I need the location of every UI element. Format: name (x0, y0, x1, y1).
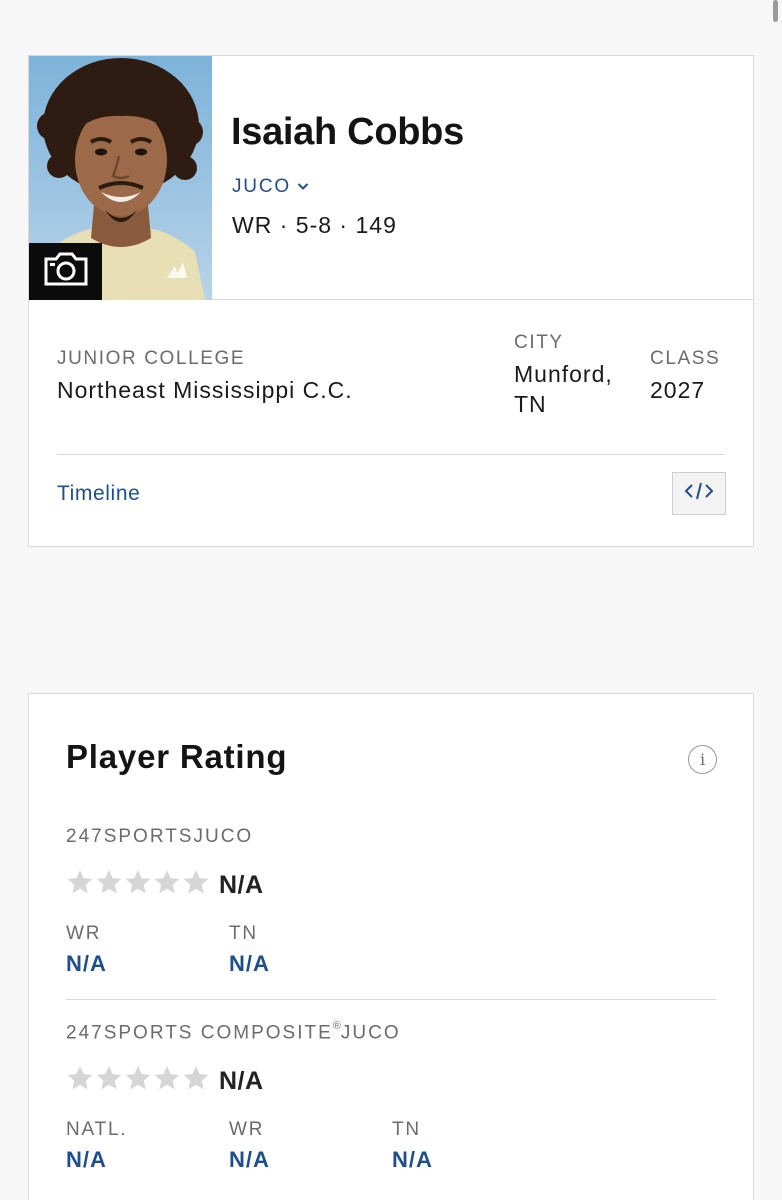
star-rating: N/A (66, 1065, 264, 1097)
rank-state: TN N/A (229, 923, 270, 977)
rank-value[interactable]: N/A (229, 1147, 270, 1173)
player-weight: 149 (355, 212, 397, 238)
rank-label: WR (66, 923, 102, 944)
star-icon (96, 1066, 122, 1090)
star-icon (125, 870, 151, 894)
rank-label: NATL. (66, 1119, 128, 1140)
level-dropdown[interactable]: JUCO (232, 176, 309, 198)
rank-label: WR (229, 1119, 265, 1140)
camera-icon (43, 251, 89, 292)
class-info: CLASS 2027 (650, 348, 720, 405)
source-name: 247SPORTS COMPOSITE (66, 1022, 333, 1044)
city-info: CITY Munford, TN (514, 332, 644, 419)
rank-value[interactable]: N/A (66, 1147, 127, 1173)
rank-national: NATL. N/A (66, 1119, 127, 1173)
stars-group (66, 1065, 211, 1097)
star-icon (154, 870, 180, 894)
source-name: 247SPORTS (66, 826, 194, 847)
source-suffix: JUCO (193, 826, 254, 847)
class-value: 2027 (650, 377, 706, 403)
scrollbar[interactable] (773, 0, 778, 22)
rank-value[interactable]: N/A (229, 951, 270, 977)
rating-source-composite: 247SPORTS COMPOSITE®JUCO (66, 1020, 401, 1044)
star-icon (154, 1066, 180, 1090)
chevron-down-icon (297, 175, 309, 197)
college-info: JUNIOR COLLEGE Northeast Mississippi C.C… (57, 348, 353, 405)
rating-score: N/A (219, 870, 264, 899)
rank-wr: WR N/A (229, 1119, 270, 1173)
divider (57, 454, 725, 455)
source-suffix: JUCO (340, 1022, 401, 1044)
star-rating: N/A (66, 869, 264, 901)
college-label: JUNIOR COLLEGE (57, 348, 246, 369)
star-icon (96, 870, 122, 894)
player-photo[interactable] (29, 56, 212, 300)
rank-label: TN (229, 923, 258, 944)
rank-wr: WR N/A (66, 923, 107, 977)
star-icon (67, 1066, 93, 1090)
divider (66, 999, 716, 1000)
separator: · (279, 212, 289, 238)
city-label: CITY (514, 332, 564, 353)
star-icon (67, 870, 93, 894)
player-position: WR (232, 212, 273, 238)
player-vitals: WR · 5-8 · 149 (232, 212, 397, 239)
star-icon (183, 870, 209, 894)
player-name: Isaiah Cobbs (231, 111, 464, 153)
college-value: Northeast Mississippi C.C. (57, 377, 353, 403)
separator: · (339, 212, 349, 238)
camera-button[interactable] (29, 243, 102, 300)
star-icon (125, 1066, 151, 1090)
profile-header: Isaiah Cobbs JUCO WR · 5-8 · 149 (29, 56, 753, 300)
city-value: Munford, TN (514, 361, 613, 417)
rating-title: Player Rating (66, 738, 288, 775)
timeline-link[interactable]: Timeline (57, 482, 140, 506)
info-button[interactable]: i (688, 745, 717, 774)
star-icon (183, 1066, 209, 1090)
code-embed-icon (684, 481, 714, 506)
player-profile-card: Isaiah Cobbs JUCO WR · 5-8 · 149 JUNIOR … (28, 55, 754, 547)
rating-source-247sports: 247SPORTSJUCO (66, 826, 253, 848)
rank-value[interactable]: N/A (66, 951, 107, 977)
rank-value[interactable]: N/A (392, 1147, 433, 1173)
class-label: CLASS (650, 348, 721, 369)
embed-button[interactable] (672, 472, 726, 515)
rating-score: N/A (219, 1066, 264, 1095)
rank-state: TN N/A (392, 1119, 433, 1173)
level-label: JUCO (232, 176, 291, 197)
stars-group (66, 869, 211, 901)
rank-label: TN (392, 1119, 421, 1140)
player-height: 5-8 (295, 212, 333, 238)
registered-mark: ® (332, 1020, 341, 1032)
info-icon: i (699, 750, 706, 769)
player-rating-card: Player Rating i 247SPORTSJUCO N/A WR N/A… (28, 693, 754, 1200)
